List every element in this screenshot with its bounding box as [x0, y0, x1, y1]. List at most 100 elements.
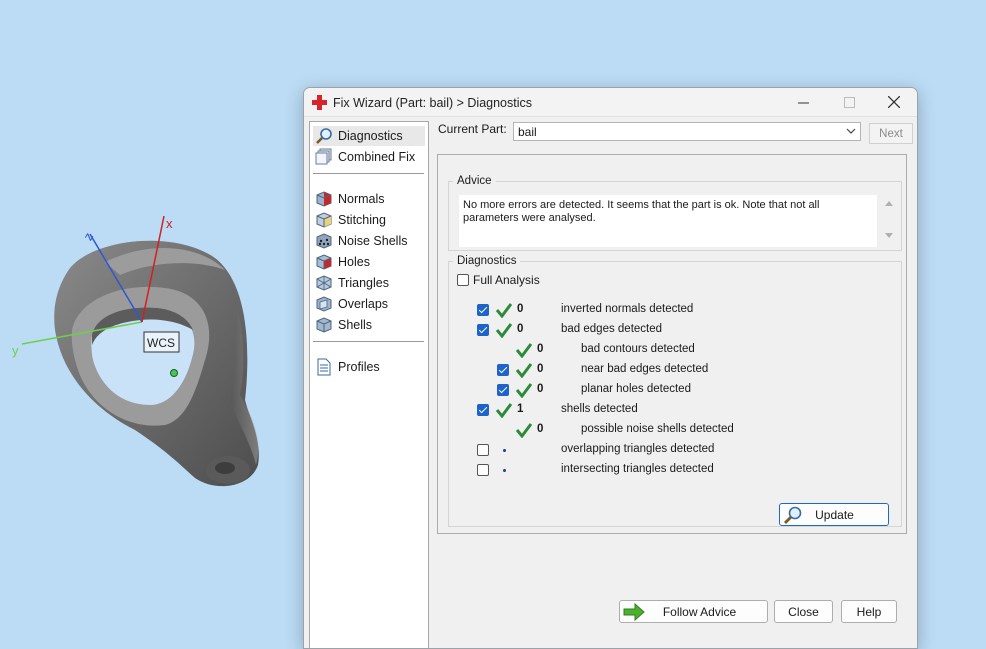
nav-item-diagnostics[interactable]: Diagnostics — [313, 126, 425, 146]
follow-advice-button[interactable]: Follow Advice — [619, 600, 768, 623]
update-label: Update — [815, 507, 854, 522]
diag-checkbox-row[interactable] — [497, 381, 509, 399]
nav-item-profiles[interactable]: Profiles — [313, 357, 425, 377]
advice-text: No more errors are detected. It seems th… — [459, 195, 877, 247]
nav-item-normals[interactable]: Normals — [313, 189, 425, 209]
nav-item-noise-shells[interactable]: Noise Shells — [313, 231, 425, 251]
wizard-nav: Diagnostics Combined Fix Normals Stitchi… — [309, 121, 429, 648]
nav-item-label: Diagnostics — [338, 129, 403, 143]
current-part-value: bail — [518, 124, 537, 139]
diag-count: 1 — [517, 403, 524, 415]
axis-z-label: z — [80, 230, 96, 243]
nav-item-label: Profiles — [338, 360, 380, 374]
diag-checkbox[interactable] — [477, 404, 489, 416]
pivot-point-icon[interactable] — [170, 369, 178, 377]
title-bar[interactable]: Fix Wizard (Part: bail) > Diagnostics — [304, 88, 917, 117]
nav-item-label: Noise Shells — [338, 234, 408, 248]
nav-item-label: Normals — [338, 192, 385, 206]
arrow-right-icon — [623, 602, 645, 621]
diag-label: bad edges detected — [561, 323, 663, 335]
close-button[interactable]: Close — [774, 600, 833, 623]
diag-label: inverted normals detected — [561, 303, 694, 315]
nav-item-label: Overlaps — [338, 297, 389, 311]
nav-item-triangles[interactable]: Triangles — [313, 273, 425, 293]
cube-stitch-icon — [316, 212, 332, 228]
model-viewport[interactable]: y z x WCS — [0, 0, 300, 624]
diag-label: possible noise shells detected — [581, 423, 734, 435]
diag-checkbox[interactable] — [477, 444, 489, 456]
diag-label: bad contours detected — [581, 343, 695, 355]
nav-item-label: Holes — [338, 255, 370, 269]
nav-item-label: Shells — [338, 318, 373, 332]
diag-checkbox[interactable] — [477, 324, 489, 336]
maximize-button[interactable] — [826, 88, 872, 116]
check-mark-icon — [515, 362, 533, 378]
check-mark-icon — [515, 382, 533, 398]
diag-checkbox-row[interactable] — [477, 401, 489, 419]
current-part-label: Current Part: — [438, 122, 507, 136]
diag-label: shells detected — [561, 403, 638, 415]
diag-checkbox[interactable] — [477, 304, 489, 316]
nav-item-overlaps[interactable]: Overlaps — [313, 294, 425, 314]
bail-part-model[interactable]: y z x WCS — [0, 0, 300, 624]
full-analysis-label: Full Analysis — [473, 273, 540, 287]
cube-dots-icon — [316, 233, 332, 249]
nav-item-label: Combined Fix — [338, 150, 416, 164]
diagnostics-panel: Advice No more errors are detected. It s… — [437, 154, 907, 534]
nav-item-holes[interactable]: Holes — [313, 252, 425, 272]
help-button[interactable]: Help — [841, 600, 897, 623]
check-mark-icon — [515, 342, 533, 358]
minimize-button[interactable] — [780, 88, 826, 116]
diag-checkbox[interactable] — [497, 364, 509, 376]
wcs-label: WCS — [147, 336, 175, 350]
check-mark-icon — [495, 302, 513, 318]
nav-item-stitching[interactable]: Stitching — [313, 210, 425, 230]
red-cross-app-icon — [312, 95, 327, 110]
cube-red-icon — [316, 191, 332, 207]
cube-hole-icon — [316, 254, 332, 270]
nav-divider — [313, 341, 424, 342]
update-button[interactable]: Update — [779, 503, 889, 526]
nav-item-label: Triangles — [338, 276, 389, 290]
diagnostics-legend: Diagnostics — [457, 255, 517, 267]
maximize-icon — [843, 96, 855, 108]
nav-item-combined-fix[interactable]: Combined Fix — [313, 147, 425, 167]
axis-x-label: x — [166, 216, 173, 231]
diag-count: 0 — [537, 363, 544, 375]
check-mark-icon — [495, 402, 513, 418]
diag-count: 0 — [517, 323, 524, 335]
diag-checkbox[interactable] — [477, 464, 489, 476]
fix-wizard-dialog: Fix Wizard (Part: bail) > Diagnostics Di… — [303, 87, 918, 649]
advice-group: Advice No more errors are detected. It s… — [448, 175, 902, 251]
window-title: Fix Wizard (Part: bail) > Diagnostics — [333, 96, 533, 110]
pending-dot-icon — [495, 442, 513, 458]
diag-count: 0 — [537, 423, 544, 435]
nav-item-shells[interactable]: Shells — [313, 315, 425, 335]
stack-icon — [315, 148, 332, 165]
diagnostics-group: Diagnostics Full Analysis 0 inverted nor… — [448, 255, 902, 527]
diag-count: 0 — [537, 383, 544, 395]
diag-checkbox-row[interactable] — [477, 441, 489, 459]
next-button[interactable]: Next — [869, 123, 913, 144]
chevron-down-icon — [846, 128, 856, 134]
advice-scrollbar[interactable] — [883, 197, 895, 243]
diag-checkbox-row[interactable] — [497, 361, 509, 379]
cube-shell-icon — [316, 317, 332, 333]
advice-legend: Advice — [457, 175, 492, 187]
magnifier-icon — [784, 506, 802, 524]
diag-checkbox-row[interactable] — [477, 461, 489, 479]
full-analysis-checkbox-row[interactable]: Full Analysis — [457, 271, 540, 289]
minimize-icon — [797, 102, 809, 103]
diag-label: intersecting triangles detected — [561, 463, 714, 475]
document-icon — [317, 358, 331, 376]
cube-tri-icon — [316, 275, 332, 291]
window-close-button[interactable] — [871, 88, 917, 116]
cube-overlap-icon — [316, 296, 332, 312]
full-analysis-checkbox[interactable] — [457, 274, 469, 286]
diag-checkbox[interactable] — [497, 384, 509, 396]
magnifier-icon — [316, 128, 332, 144]
diag-checkbox-row[interactable] — [477, 321, 489, 339]
diag-checkbox-row[interactable] — [477, 301, 489, 319]
diag-count: 0 — [537, 343, 544, 355]
current-part-select[interactable]: bail — [513, 122, 861, 141]
